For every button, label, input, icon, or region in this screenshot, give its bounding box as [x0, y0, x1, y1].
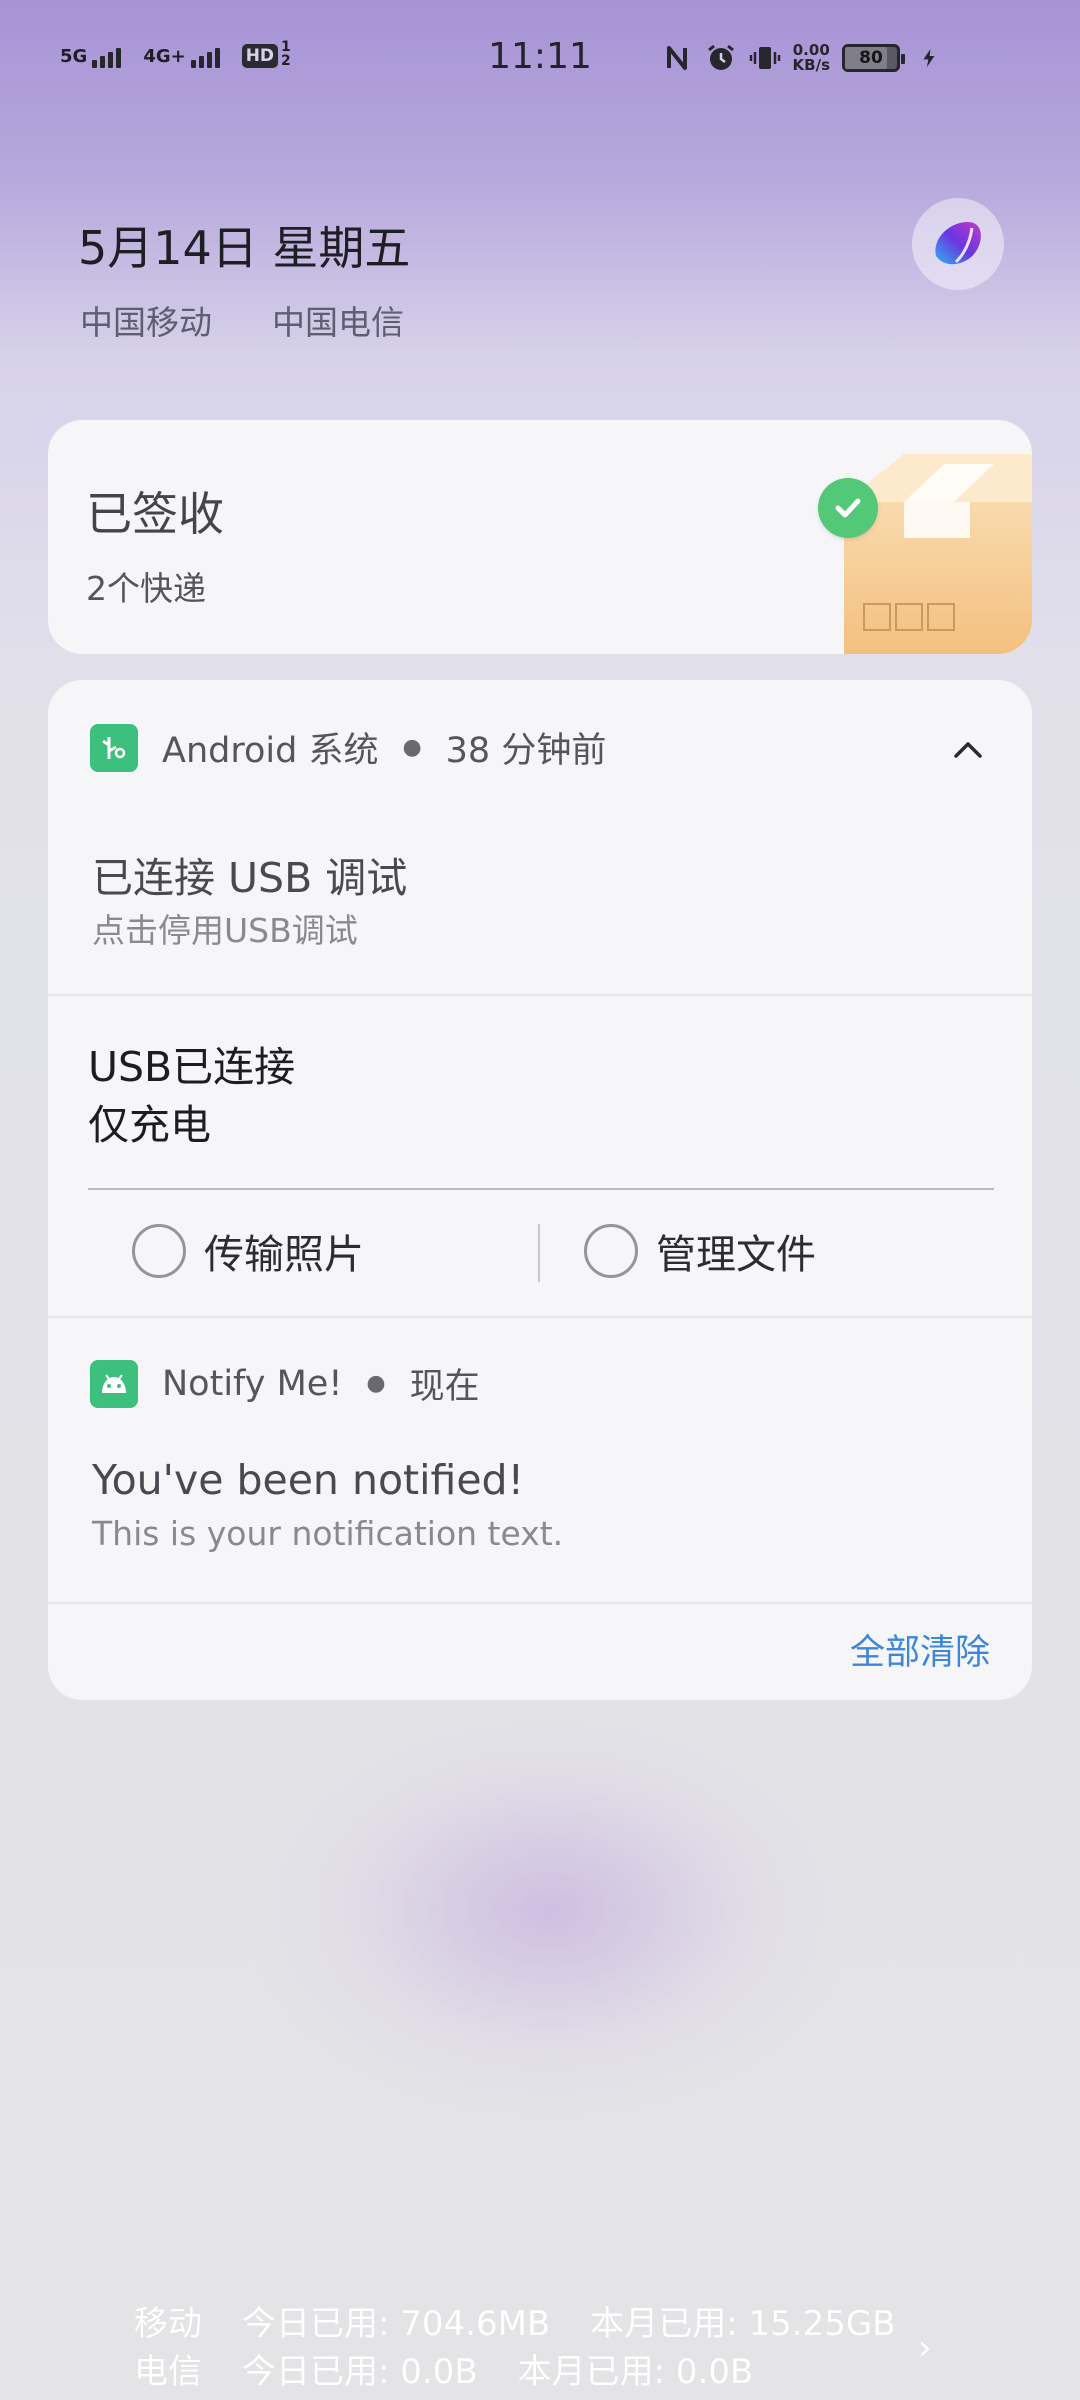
- assistant-avatar-button[interactable]: [912, 198, 1004, 290]
- usb-debug-text[interactable]: 点击停用USB调试: [92, 904, 358, 952]
- status-bar-right: 0.00 KB/s 80: [661, 42, 940, 74]
- carrier-2: 中国电信: [272, 303, 404, 342]
- vibrate-icon: [749, 47, 780, 69]
- battery-percent: 80: [859, 48, 883, 68]
- usb-connected-title: USB已连接: [88, 1043, 296, 1091]
- delivery-count: 2个快递: [86, 569, 206, 608]
- option-separator: [538, 1224, 540, 1282]
- android-system-time: 38 分钟前: [445, 731, 607, 771]
- checkmark-icon: [818, 478, 878, 538]
- manage-files-option[interactable]: 管理文件: [584, 1222, 816, 1280]
- clear-all-button[interactable]: 全部清除: [850, 1624, 990, 1675]
- data-usage-carrier: 电信: [134, 2352, 202, 2392]
- divider: [48, 1602, 1032, 1604]
- data-usage-row-telecom: 电信 今日已用: 0.0B 本月已用: 0.0B: [134, 2348, 896, 2396]
- carrier-labels: 中国移动 中国电信: [80, 296, 404, 344]
- usb-debug-app-icon: [90, 723, 138, 772]
- battery-indicator: 80: [842, 44, 905, 72]
- data-usage-month: 本月已用: 15.25GB: [590, 2304, 896, 2344]
- divider: [48, 1316, 1032, 1318]
- notify-me-time: 现在: [409, 1367, 480, 1407]
- separator-dot: ●: [366, 1371, 386, 1396]
- data-usage-chevron-icon[interactable]: ›: [918, 2328, 932, 2368]
- data-usage-month: 本月已用: 0.0B: [517, 2352, 754, 2392]
- transfer-photos-label: 传输照片: [204, 1232, 364, 1278]
- transfer-photos-radio[interactable]: [132, 1224, 186, 1278]
- divider: [48, 994, 1032, 996]
- background-glow: [240, 1700, 860, 2120]
- network-speed: 0.00 KB/s: [793, 43, 830, 73]
- alarm-icon: [707, 44, 734, 70]
- date-label: 5月14日 星期五: [78, 221, 411, 275]
- manage-files-radio[interactable]: [584, 1224, 638, 1278]
- carrier-1: 中国移动: [80, 303, 212, 342]
- notify-me-app-name: Notify Me!: [162, 1363, 343, 1404]
- network-speed-unit: KB/s: [792, 56, 830, 74]
- parcel-box-icon: [844, 454, 1032, 654]
- status-bar: 5G 4G+ HD 1 2 11:11 0.00 KB/s 80: [0, 0, 1080, 110]
- android-robot-icon: [90, 1359, 138, 1408]
- usb-debug-title[interactable]: 已连接 USB 调试: [92, 844, 407, 904]
- notify-me-title[interactable]: You've been notified!: [92, 1456, 524, 1504]
- data-usage-row-mobile: 移动 今日已用: 704.6MB 本月已用: 15.25GB: [134, 2300, 896, 2348]
- transfer-photos-option[interactable]: 传输照片: [132, 1222, 364, 1280]
- usb-connected-mode: 仅充电: [88, 1101, 211, 1149]
- android-system-header[interactable]: Android 系统 ● 38 分钟前: [90, 722, 606, 773]
- manage-files-label: 管理文件: [656, 1232, 816, 1278]
- data-usage-today: 今日已用: 0.0B: [242, 2352, 478, 2392]
- notify-me-text[interactable]: This is your notification text.: [92, 1514, 563, 1553]
- divider: [88, 1188, 994, 1190]
- separator-dot: ●: [402, 735, 422, 760]
- nfc-icon: [666, 46, 687, 70]
- usb-connected-notification[interactable]: USB已连接 仅充电: [88, 1038, 295, 1154]
- data-usage-carrier: 移动: [134, 2304, 202, 2344]
- data-usage-today: 今日已用: 704.6MB: [242, 2304, 551, 2344]
- collapse-chevron-icon[interactable]: [948, 730, 988, 770]
- notification-group-card: Android 系统 ● 38 分钟前 已连接 USB 调试 点击停用USB调试…: [48, 680, 1032, 1700]
- delivery-status-title: 已签收: [86, 487, 224, 541]
- delivery-card[interactable]: 已签收 2个快递: [48, 420, 1032, 654]
- notify-me-header[interactable]: Notify Me! ● 现在: [90, 1358, 480, 1409]
- data-usage-summary[interactable]: 移动 今日已用: 704.6MB 本月已用: 15.25GB 电信 今日已用: …: [134, 2300, 896, 2396]
- charging-icon: [923, 49, 935, 67]
- assistant-orb-icon: [935, 222, 981, 265]
- android-system-app-name: Android 系统: [162, 731, 379, 771]
